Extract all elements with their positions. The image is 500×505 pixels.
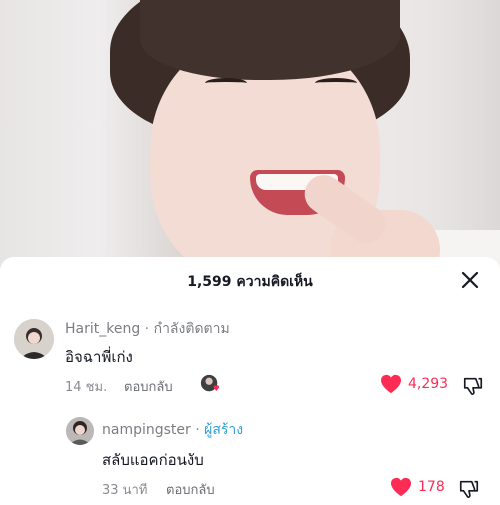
video-subject-eye-left [205, 78, 247, 88]
video-frame[interactable] [0, 0, 500, 270]
thumbs-down-icon[interactable] [462, 375, 484, 397]
comment-text: สลับแอคก่อนงับ [102, 451, 204, 469]
comment-time: 33 นาที [102, 483, 148, 498]
reply-button[interactable]: ตอบกลับ [166, 479, 215, 500]
creator-liked-badge [200, 374, 220, 392]
comment-time: 14 ชม. [65, 380, 108, 395]
like-count: 4,293 [408, 376, 449, 392]
video-subject-eye-right [315, 78, 357, 88]
avatar[interactable] [14, 319, 54, 359]
reply-button[interactable]: ตอบกลับ [124, 376, 173, 397]
comment-item: Harit_keng · กำลังติดตาม อิจฉาพี่เก่ง 14… [0, 257, 500, 397]
heart-icon [391, 477, 411, 497]
creator-tag: ผู้สร้าง [204, 422, 244, 438]
comments-sheet: 1,599 ความคิดเห็น Harit_keng · กำลังติดต… [0, 257, 500, 505]
like-button[interactable]: 178 [390, 477, 445, 497]
avatar[interactable] [66, 417, 94, 445]
reply-item: nampingster · ผู้สร้าง สลับแอคก่อนงับ 33… [0, 407, 500, 505]
comment-text: อิจฉาพี่เก่ง [65, 348, 133, 366]
comment-author[interactable]: Harit_keng · กำลังติดตาม [65, 318, 230, 340]
heart-icon [381, 374, 401, 394]
thumbs-down-icon[interactable] [458, 478, 480, 500]
like-count: 178 [418, 479, 445, 495]
following-tag: กำลังติดตาม [153, 321, 230, 337]
like-button[interactable]: 4,293 [380, 374, 448, 394]
comment-author[interactable]: nampingster · ผู้สร้าง [102, 419, 243, 441]
